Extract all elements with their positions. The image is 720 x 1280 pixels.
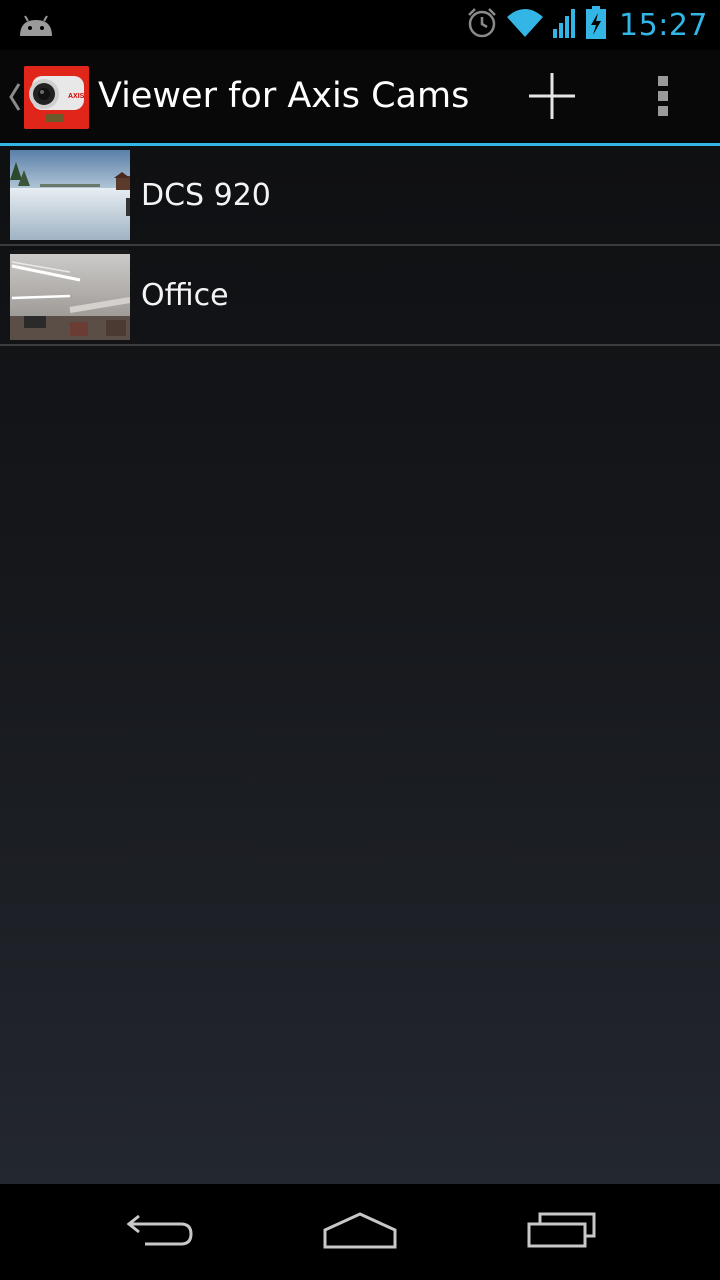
camera-row-dcs-920[interactable]: DCS 920 — [0, 146, 720, 246]
axis-camera-app-icon[interactable]: AXIS — [24, 66, 89, 129]
overflow-menu-button[interactable] — [630, 58, 696, 138]
back-button[interactable] — [80, 1184, 240, 1280]
status-clock: 15:27 — [619, 7, 708, 43]
android-debug-icon — [16, 10, 56, 40]
battery-charging-icon — [585, 6, 607, 44]
recent-apps-button[interactable] — [482, 1184, 642, 1280]
camera-row-office[interactable]: Office — [0, 246, 720, 346]
up-caret-icon[interactable] — [7, 80, 23, 114]
list-divider — [0, 344, 720, 346]
add-icon — [527, 71, 577, 125]
status-bar: 15:27 — [0, 0, 720, 50]
camera-name: DCS 920 — [141, 178, 271, 213]
signal-icon — [551, 7, 579, 43]
alarm-icon — [465, 6, 499, 44]
navigation-bar — [0, 1184, 720, 1280]
office-ceiling-thumbnail — [10, 250, 130, 340]
home-icon — [322, 1210, 398, 1254]
add-camera-button[interactable] — [510, 58, 594, 138]
home-button[interactable] — [280, 1184, 440, 1280]
snowy-field-thumbnail — [10, 150, 130, 240]
wifi-icon — [505, 7, 545, 43]
axis-logo-text: AXIS — [68, 93, 85, 100]
camera-list: DCS 920 Office — [0, 146, 720, 1184]
app-title: Viewer for Axis Cams — [98, 76, 470, 116]
back-icon — [125, 1210, 195, 1254]
camera-name: Office — [141, 278, 229, 313]
overflow-menu-icon — [656, 74, 670, 122]
recent-apps-icon — [526, 1210, 598, 1254]
